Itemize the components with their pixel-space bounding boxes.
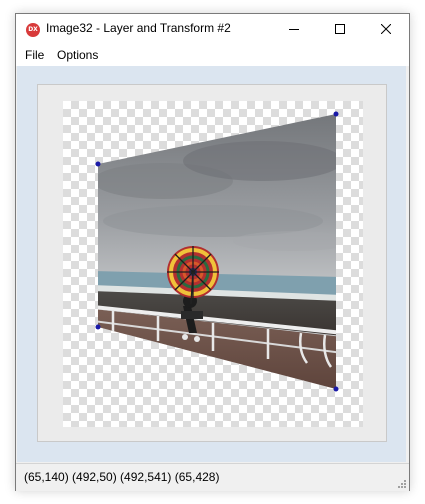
- status-bar: (65,140) (492,50) (492,541) (65,428): [16, 463, 409, 491]
- minimize-icon: [289, 29, 299, 30]
- transparency-canvas[interactable]: [63, 101, 363, 427]
- image-panel: [37, 84, 387, 442]
- maximize-button[interactable]: [317, 14, 363, 44]
- size-grip-icon[interactable]: [396, 478, 406, 488]
- close-icon: [381, 24, 391, 34]
- handle-bottom-right[interactable]: [333, 386, 339, 392]
- transformed-image[interactable]: [63, 101, 363, 427]
- title-bar[interactable]: DX Image32 - Layer and Transform #2: [16, 14, 409, 44]
- handle-top-right[interactable]: [333, 111, 339, 117]
- handle-top-left[interactable]: [95, 161, 101, 167]
- photo-content: [98, 114, 336, 389]
- menu-bar: File Options: [16, 44, 409, 66]
- dx-app-icon[interactable]: DX: [26, 23, 40, 37]
- handle-bottom-left[interactable]: [95, 324, 101, 330]
- menu-options[interactable]: Options: [57, 48, 98, 62]
- close-button[interactable]: [363, 14, 409, 44]
- client-area: [17, 66, 406, 462]
- app-window: DX Image32 - Layer and Transform #2 File…: [15, 13, 410, 491]
- minimize-button[interactable]: [271, 14, 317, 44]
- maximize-icon: [335, 24, 345, 34]
- status-coordinates: (65,140) (492,50) (492,541) (65,428): [24, 470, 220, 484]
- menu-file[interactable]: File: [25, 48, 44, 62]
- window-title: Image32 - Layer and Transform #2: [46, 21, 231, 35]
